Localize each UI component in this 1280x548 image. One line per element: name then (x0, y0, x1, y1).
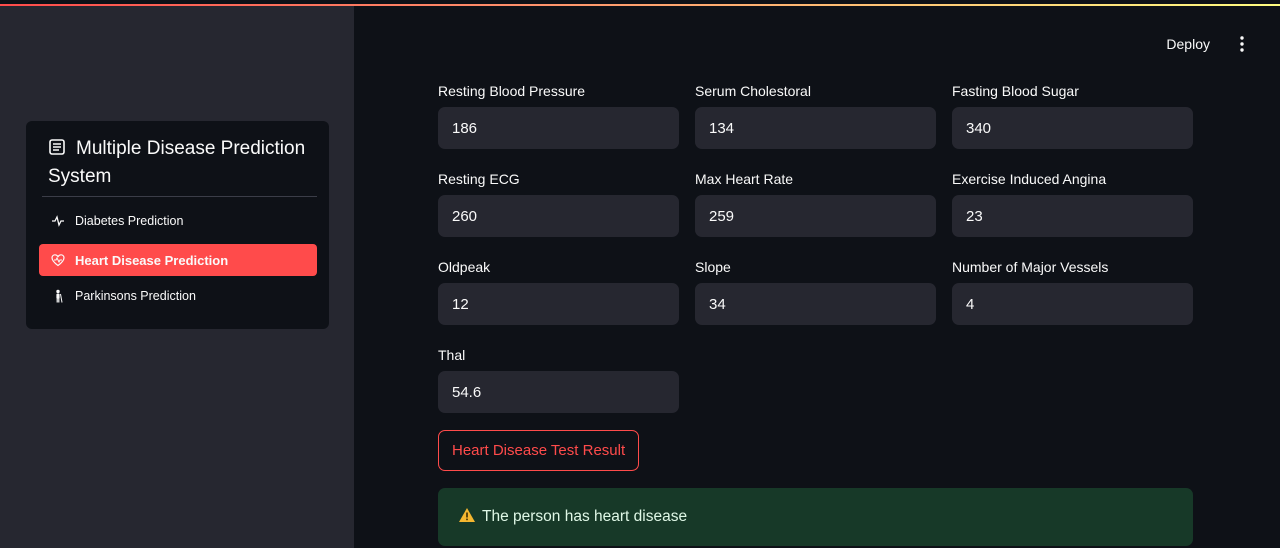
sidebar-item-parkinsons[interactable]: Parkinsons Prediction (39, 280, 317, 312)
sidebar-item-diabetes[interactable]: Diabetes Prediction (39, 205, 317, 237)
warning-icon (458, 507, 476, 528)
more-menu-icon[interactable] (1232, 34, 1252, 54)
heart-disease-test-button[interactable]: Heart Disease Test Result (438, 430, 640, 471)
serum-cholestoral-input[interactable] (695, 107, 936, 149)
menu-title-text: Multiple Disease Prediction System (48, 138, 306, 187)
result-alert: The person has heart disease (438, 488, 1193, 546)
deploy-button[interactable]: Deploy (1166, 36, 1210, 52)
sidebar-item-label: Parkinsons Prediction (75, 289, 196, 303)
field-label-thal: Thal (438, 347, 466, 363)
fasting-blood-sugar-input[interactable] (952, 107, 1193, 149)
slope-input[interactable] (695, 283, 936, 325)
menu-title: Multiple Disease Prediction System (48, 135, 318, 191)
clipboard-icon (48, 137, 66, 155)
field-label-resting-ecg: Resting ECG (438, 171, 520, 187)
menu-divider (42, 196, 317, 197)
exercise-induced-angina-input[interactable] (952, 195, 1193, 237)
field-label-resting-blood-pressure: Resting Blood Pressure (438, 83, 586, 99)
field-label-major-vessels: Number of Major Vessels (952, 259, 1109, 275)
heart-pulse-icon (51, 253, 65, 267)
sidebar-item-label: Heart Disease Prediction (75, 252, 229, 268)
field-label-slope: Slope (695, 259, 731, 275)
oldpeak-input[interactable] (438, 283, 679, 325)
thal-input[interactable] (438, 371, 679, 413)
field-label-max-heart-rate: Max Heart Rate (695, 171, 794, 187)
result-message: The person has heart disease (482, 508, 688, 525)
field-label-exercise-induced-angina: Exercise Induced Angina (952, 171, 1107, 187)
field-label-oldpeak: Oldpeak (438, 259, 491, 275)
max-heart-rate-input[interactable] (695, 195, 936, 237)
sidebar-item-heart-disease[interactable]: Heart Disease Prediction (39, 244, 317, 276)
option-menu: Multiple Disease Prediction System Diabe… (26, 121, 329, 329)
major-vessels-input[interactable] (952, 283, 1193, 325)
person-icon (51, 289, 65, 303)
resting-blood-pressure-input[interactable] (438, 107, 679, 149)
sidebar: Multiple Disease Prediction System Diabe… (0, 6, 354, 548)
resting-ecg-input[interactable] (438, 195, 679, 237)
field-label-fasting-blood-sugar: Fasting Blood Sugar (952, 83, 1079, 99)
sidebar-item-label: Diabetes Prediction (75, 214, 184, 228)
header-actions: Deploy (1166, 34, 1252, 54)
activity-icon (51, 214, 65, 228)
field-label-serum-cholestoral: Serum Cholestoral (695, 83, 811, 99)
